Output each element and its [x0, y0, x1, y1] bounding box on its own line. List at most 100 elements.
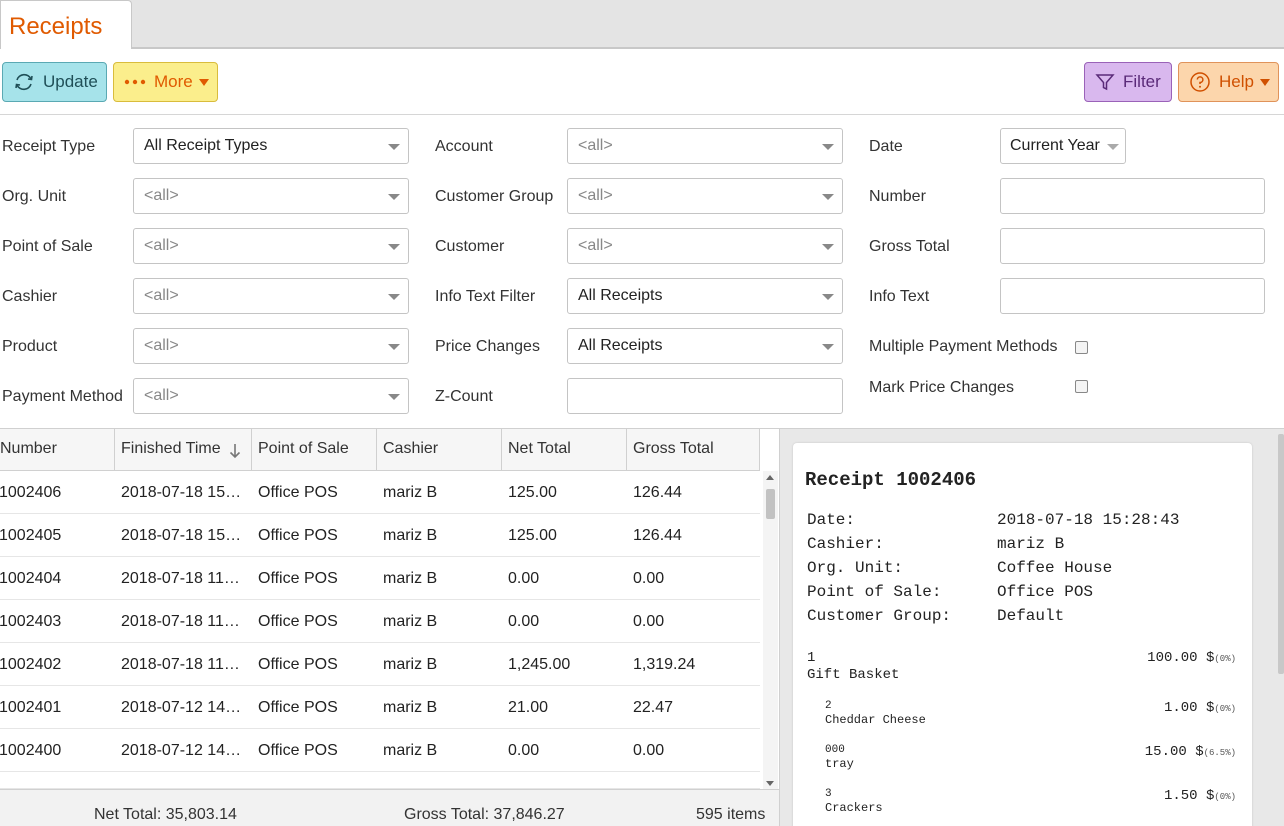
line-qty: 2 — [825, 700, 832, 712]
cell-finished-time: 2018-07-18 15… — [121, 484, 242, 501]
multiple-payment-methods-checkbox[interactable] — [1075, 341, 1088, 354]
chevron-down-icon — [1107, 144, 1119, 150]
cell-net-total: 0.00 — [508, 613, 540, 630]
receipt-field-label: Org. Unit: — [807, 559, 904, 577]
mark-price-changes-checkbox[interactable] — [1075, 380, 1088, 393]
sort-descending-icon — [229, 443, 241, 464]
gross-total-input[interactable] — [1000, 228, 1265, 264]
cell-number: 1002402 — [0, 656, 62, 673]
line-tax: (6.5%) — [1203, 748, 1236, 758]
date-label: Date — [869, 138, 903, 155]
receipt-field-label: Cashier: — [807, 535, 884, 553]
cell-cashier: mariz B — [383, 613, 438, 630]
table-row[interactable]: 1002405 2018-07-18 15… Office POS mariz … — [0, 514, 760, 557]
cell-point-of-sale: Office POS — [258, 699, 338, 716]
cell-number: 1002403 — [0, 613, 62, 630]
line-tax: (0%) — [1214, 792, 1236, 802]
date-select[interactable]: Current Year — [1000, 128, 1126, 164]
chevron-down-icon — [1259, 78, 1270, 86]
number-label: Number — [869, 188, 926, 205]
receipt-field-label: Point of Sale: — [807, 583, 942, 601]
update-button[interactable]: Update — [2, 62, 107, 102]
receipt-paper: Receipt 1002406 Date: 2018-07-18 15:28:4… — [793, 443, 1252, 826]
scroll-down-icon[interactable] — [766, 781, 774, 786]
cell-point-of-sale: Office POS — [258, 527, 338, 544]
z-count-input[interactable] — [567, 378, 843, 414]
cell-net-total: 0.00 — [508, 742, 540, 759]
cashier-select[interactable]: <all> — [133, 278, 409, 314]
table-row[interactable]: 1002400 2018-07-12 14… Office POS mariz … — [0, 729, 760, 772]
multiple-payment-methods-label: Multiple Payment Methods — [869, 338, 1058, 355]
chevron-down-icon — [822, 294, 834, 300]
funnel-icon — [1095, 72, 1115, 92]
more-label: More — [154, 72, 193, 91]
cell-finished-time: 2018-07-18 11… — [121, 570, 240, 587]
receipt-field-value: Office POS — [997, 583, 1094, 601]
chevron-down-icon — [388, 144, 400, 150]
chevron-down-icon — [822, 144, 834, 150]
receipt-type-select[interactable]: All Receipt Types — [133, 128, 409, 164]
cell-cashier: mariz B — [383, 656, 438, 673]
chevron-down-icon — [388, 244, 400, 250]
cell-number: 1002406 — [0, 484, 62, 501]
cell-point-of-sale: Office POS — [258, 613, 338, 630]
customer-group-select[interactable]: <all> — [567, 178, 843, 214]
grid-footer: Net Total: 35,803.14 Gross Total: 37,846… — [0, 789, 779, 826]
payment-method-select[interactable]: <all> — [133, 378, 409, 414]
column-header-cashier[interactable]: Cashier — [377, 429, 502, 470]
customer-group-label: Customer Group — [435, 188, 554, 205]
column-header-gross-total[interactable]: Gross Total — [627, 429, 760, 470]
receipt-field-label: Customer Group: — [807, 607, 952, 625]
line-qty: 3 — [825, 788, 832, 800]
item-count: 595 items — [696, 806, 766, 823]
column-header-number[interactable]: Number — [0, 429, 115, 470]
tab-receipts[interactable]: Receipts — [0, 0, 132, 49]
scrollbar-thumb[interactable] — [766, 489, 775, 519]
info-text-input[interactable] — [1000, 278, 1265, 314]
help-button[interactable]: Help — [1178, 62, 1279, 102]
column-header-net-total[interactable]: Net Total — [502, 429, 627, 470]
toolbar: Update More Filter Help — [0, 49, 1284, 115]
receipts-grid: Number Finished Time Point of Sale Cashi… — [0, 428, 780, 826]
info-text-filter-select[interactable]: All Receipts — [567, 278, 843, 314]
table-row[interactable]: 1002402 2018-07-18 11… Office POS mariz … — [0, 643, 760, 686]
line-tax: (0%) — [1214, 704, 1236, 714]
cell-finished-time: 2018-07-12 14… — [121, 699, 242, 716]
line-qty: 000 — [825, 744, 845, 756]
product-select[interactable]: <all> — [133, 328, 409, 364]
preview-scrollbar-thumb[interactable] — [1278, 434, 1284, 674]
point-of-sale-select[interactable]: <all> — [133, 228, 409, 264]
cell-gross-total: 0.00 — [633, 613, 665, 630]
table-row[interactable]: 1002401 2018-07-12 14… Office POS mariz … — [0, 686, 760, 729]
price-changes-select[interactable]: All Receipts — [567, 328, 843, 364]
cell-number: 1002400 — [0, 742, 62, 759]
update-label: Update — [43, 72, 98, 91]
cell-gross-total: 126.44 — [633, 527, 682, 544]
gross-total-label: Gross Total — [869, 238, 950, 255]
column-header-finished-time[interactable]: Finished Time — [115, 429, 252, 470]
receipt-field-value: mariz B — [997, 535, 1065, 553]
point-of-sale-label: Point of Sale — [2, 238, 93, 255]
table-row[interactable]: 1002404 2018-07-18 11… Office POS mariz … — [0, 557, 760, 600]
grid-vertical-scrollbar[interactable] — [763, 471, 778, 789]
product-label: Product — [2, 338, 58, 355]
customer-select[interactable]: <all> — [567, 228, 843, 264]
account-select[interactable]: <all> — [567, 128, 843, 164]
table-row[interactable]: 1002403 2018-07-18 11… Office POS mariz … — [0, 600, 760, 643]
line-name: Cheddar Cheese — [825, 713, 926, 727]
cell-number: 1002404 — [0, 570, 62, 587]
number-input[interactable] — [1000, 178, 1265, 214]
org-unit-select[interactable]: <all> — [133, 178, 409, 214]
cell-point-of-sale: Office POS — [258, 484, 338, 501]
cell-cashier: mariz B — [383, 484, 438, 501]
chevron-down-icon — [388, 394, 400, 400]
scroll-up-icon[interactable] — [766, 475, 774, 480]
line-name: tray — [825, 757, 854, 771]
chevron-down-icon — [388, 344, 400, 350]
table-row[interactable]: 1002406 2018-07-18 15… Office POS mariz … — [0, 471, 760, 514]
more-button[interactable]: More — [113, 62, 218, 102]
filter-button[interactable]: Filter — [1084, 62, 1172, 102]
column-header-point-of-sale[interactable]: Point of Sale — [252, 429, 377, 470]
cell-gross-total: 126.44 — [633, 484, 682, 501]
receipt-title: Receipt 1002406 — [805, 469, 977, 491]
